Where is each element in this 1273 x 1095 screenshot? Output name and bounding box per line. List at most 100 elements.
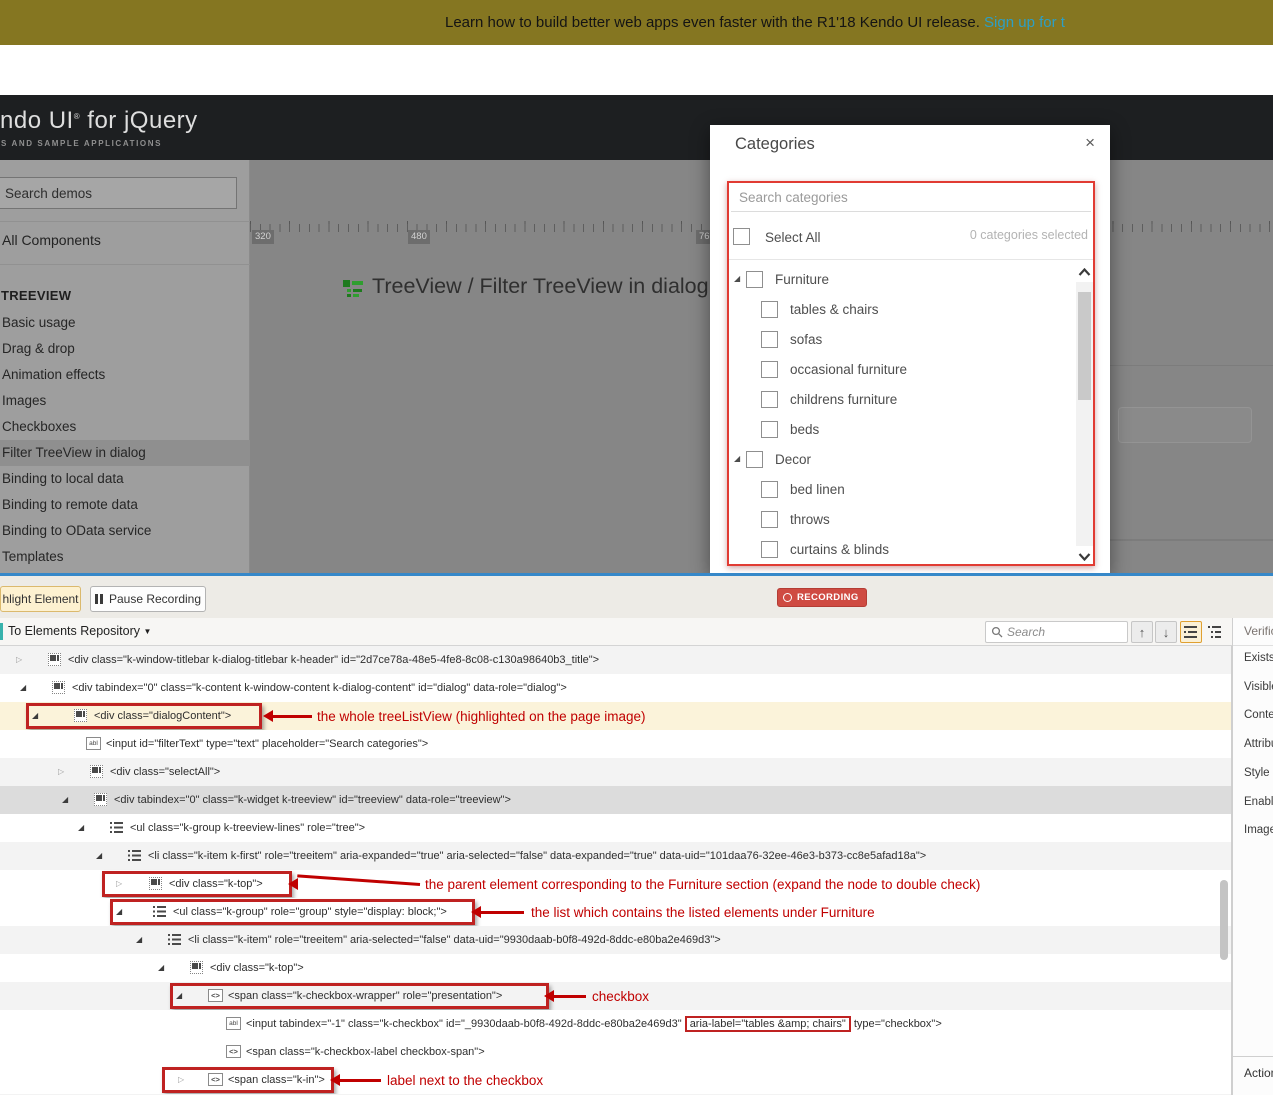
dom-tree-row[interactable]: abl<input tabindex="-1" class="k-checkbo… <box>0 1010 1232 1038</box>
verification-item[interactable]: Attribu <box>1244 738 1273 750</box>
sidebar-item[interactable]: Binding to OData service <box>0 518 250 544</box>
annotation-text: the list which contains the listed eleme… <box>531 905 875 920</box>
category-label[interactable]: tables & chairs <box>790 302 879 317</box>
category-label[interactable]: Decor <box>775 452 811 467</box>
sidebar-item[interactable]: Binding to remote data <box>0 492 250 518</box>
sidebar-item[interactable]: Checkboxes <box>0 414 250 440</box>
expand-triangle-icon[interactable]: ◢ <box>734 274 740 283</box>
category-checkbox[interactable] <box>761 481 778 498</box>
search-categories-input[interactable] <box>731 183 1091 212</box>
dom-scrollbar-thumb[interactable] <box>1220 880 1228 960</box>
dom-tree-row[interactable]: ▷<div class="k-window-titlebar k-dialog-… <box>0 646 1232 674</box>
dom-element-markup: <div class="dialogContent"> <box>94 710 231 722</box>
category-checkbox[interactable] <box>746 271 763 288</box>
verification-item[interactable]: Exists <box>1244 652 1273 664</box>
kendo-ui-logo[interactable]: ndo UI® for jQuery <box>0 107 198 135</box>
expand-arrow-icon[interactable]: ▷ <box>58 767 64 776</box>
dom-tree-row[interactable]: ▷<div class="k-top">the parent element c… <box>0 870 1232 898</box>
dom-tree-row[interactable]: ◢<div tabindex="0" class="k-content k-wi… <box>0 674 1232 702</box>
scrollbar-thumb[interactable] <box>1078 292 1091 400</box>
dom-tree-row[interactable]: abl<input id="filterText" type="text" pl… <box>0 730 1232 758</box>
collapse-arrow-icon[interactable]: ◢ <box>176 991 182 1000</box>
collapse-arrow-icon[interactable]: ◢ <box>96 851 102 860</box>
dom-tree-row[interactable]: ◢<div class="k-top"> <box>0 954 1232 982</box>
expand-arrow-icon[interactable]: ▷ <box>16 655 22 664</box>
dom-tree-row[interactable]: <><span class="k-checkbox-label checkbox… <box>0 1038 1232 1066</box>
category-checkbox[interactable] <box>746 451 763 468</box>
collapse-arrow-icon[interactable]: ◢ <box>32 711 38 720</box>
span-element-icon: <> <box>208 1073 223 1086</box>
category-label[interactable]: occasional furniture <box>790 362 907 377</box>
scroll-up-icon[interactable] <box>1076 262 1093 282</box>
sidebar-item-all-components[interactable]: All Components <box>2 232 101 248</box>
sidebar-item[interactable]: Templates <box>0 544 250 570</box>
category-label[interactable]: curtains & blinds <box>790 542 889 557</box>
promo-text: Learn how to build better web apps even … <box>445 14 984 31</box>
collapse-arrow-icon[interactable]: ◢ <box>20 683 26 692</box>
category-checkbox[interactable] <box>761 541 778 558</box>
pause-recording-button[interactable]: Pause Recording <box>90 586 206 612</box>
verification-item[interactable]: Image <box>1244 824 1273 836</box>
panel-separator <box>1233 645 1273 646</box>
category-checkbox[interactable] <box>761 331 778 348</box>
collapse-arrow-icon[interactable]: ◢ <box>136 935 142 944</box>
dialog-scrollbar[interactable] <box>1076 262 1093 566</box>
dom-search-box[interactable] <box>985 621 1128 643</box>
dom-tree-row[interactable]: ◢<div class="dialogContent">the whole tr… <box>0 702 1232 730</box>
category-checkbox[interactable] <box>761 301 778 318</box>
tree-view-toggle-icon[interactable] <box>1204 621 1226 643</box>
verification-panel: Verific ExistsVisibleContenAttribuStyleE… <box>1232 618 1273 1095</box>
sidebar-item[interactable]: Binding to local data <box>0 466 250 492</box>
category-checkbox[interactable] <box>761 391 778 408</box>
find-next-button[interactable]: ↓ <box>1155 621 1177 643</box>
dom-tree-row[interactable]: ▷<div class="selectAll"> <box>0 758 1232 786</box>
to-elements-repository-menu[interactable]: To Elements Repository ▼ <box>8 624 151 638</box>
signup-link[interactable]: Sign up for t <box>984 14 1065 31</box>
dom-tree-row[interactable]: ◢<><span class="k-checkbox-wrapper" role… <box>0 982 1232 1010</box>
verification-item[interactable]: Visible <box>1244 681 1273 693</box>
dom-element-markup: <span class="k-checkbox-wrapper" role="p… <box>228 990 502 1002</box>
collapse-arrow-icon[interactable]: ◢ <box>78 823 84 832</box>
search-demos-input[interactable] <box>0 177 237 209</box>
dom-search-input[interactable] <box>1007 625 1117 639</box>
category-label[interactable]: throws <box>790 512 830 527</box>
select-all-checkbox[interactable] <box>733 228 750 245</box>
input-element-icon: abl <box>226 1017 241 1030</box>
category-checkbox[interactable] <box>761 511 778 528</box>
span-element-icon: <> <box>226 1045 241 1058</box>
dom-tree-row[interactable]: ◢<ul class="k-group" role="group" style=… <box>0 898 1232 926</box>
category-label[interactable]: bed linen <box>790 482 845 497</box>
category-checkbox[interactable] <box>761 421 778 438</box>
dom-view-toggle-icon[interactable] <box>1180 621 1202 643</box>
collapse-arrow-icon[interactable]: ◢ <box>158 963 164 972</box>
scroll-down-icon[interactable] <box>1076 546 1093 566</box>
dom-tree-row[interactable]: ◢<div tabindex="0" class="k-widget k-tre… <box>0 786 1232 814</box>
sidebar-item[interactable]: Images <box>0 388 250 414</box>
expand-triangle-icon[interactable]: ◢ <box>734 454 740 463</box>
collapse-arrow-icon[interactable]: ◢ <box>62 795 68 804</box>
sidebar-item[interactable]: Drag & drop <box>0 336 250 362</box>
sidebar-item[interactable]: Animation effects <box>0 362 250 388</box>
category-label[interactable]: sofas <box>790 332 822 347</box>
verification-item[interactable]: Style <box>1244 767 1270 779</box>
promo-banner: Learn how to build better web apps even … <box>0 0 1273 45</box>
category-label[interactable]: Furniture <box>775 272 829 287</box>
expand-arrow-icon[interactable]: ▷ <box>178 1075 184 1084</box>
dom-tree-row[interactable]: ◢<li class="k-item" role="treeitem" aria… <box>0 926 1232 954</box>
verification-item[interactable]: Enable <box>1244 796 1273 808</box>
highlight-element-button[interactable]: hlight Element <box>0 586 81 612</box>
verification-item[interactable]: Conten <box>1244 709 1273 721</box>
list-element-icon <box>168 933 181 951</box>
find-previous-button[interactable]: ↑ <box>1131 621 1153 643</box>
dom-tree-row[interactable]: ◢<ul class="k-group k-treeview-lines" ro… <box>0 814 1232 842</box>
sidebar-item[interactable]: Basic usage <box>0 310 250 336</box>
collapse-arrow-icon[interactable]: ◢ <box>116 907 122 916</box>
dom-tree-row[interactable]: ▷<><span class="k-in">label next to the … <box>0 1066 1232 1094</box>
expand-arrow-icon[interactable]: ▷ <box>116 879 122 888</box>
sidebar-item[interactable]: Filter TreeView in dialog <box>0 440 250 466</box>
dom-tree-row[interactable]: ◢<li class="k-item k-first" role="treeit… <box>0 842 1232 870</box>
category-checkbox[interactable] <box>761 361 778 378</box>
close-icon[interactable]: × <box>1085 133 1095 153</box>
category-label[interactable]: childrens furniture <box>790 392 897 407</box>
category-label[interactable]: beds <box>790 422 819 437</box>
